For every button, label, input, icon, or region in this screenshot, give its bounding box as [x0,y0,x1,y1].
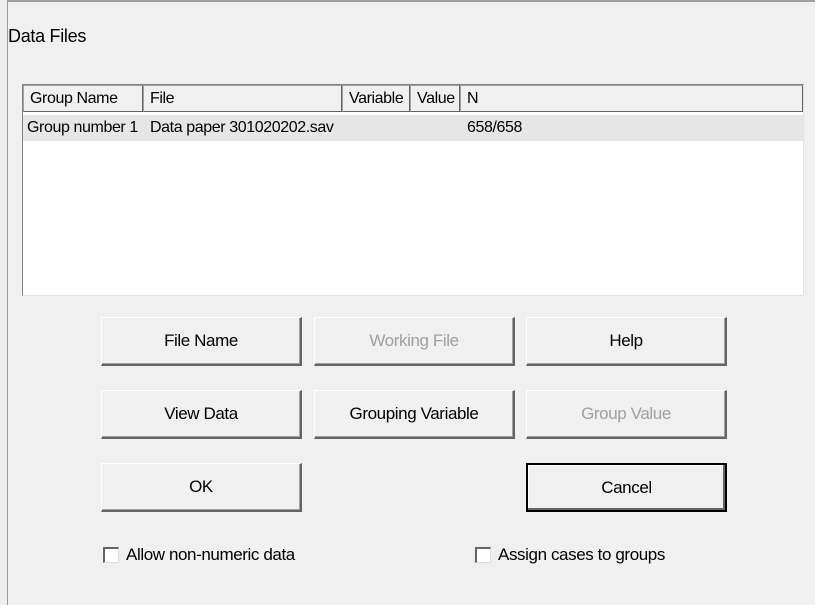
working-file-button[interactable]: Working File [314,317,515,366]
file-name-button[interactable]: File Name [101,317,302,366]
data-files-list[interactable]: Group Name File Variable Value N Group n… [22,84,804,296]
column-header-variable[interactable]: Variable [342,85,410,112]
table-row[interactable]: Group number 1 Data paper 301020202.sav … [23,115,803,141]
window-top-edge [0,0,815,2]
checkbox-box[interactable] [475,547,491,563]
column-header-file[interactable]: File [143,85,342,112]
assign-cases-label: Assign cases to groups [498,545,665,564]
grouping-variable-button[interactable]: Grouping Variable [314,390,515,439]
column-header-value[interactable]: Value [410,85,460,112]
dialog-title: Data Files [8,26,87,46]
help-button[interactable]: Help [526,317,727,366]
cell-n: 658/658 [467,119,523,136]
window-left-edge [0,0,8,605]
cancel-button[interactable]: Cancel [526,463,727,512]
group-value-button[interactable]: Group Value [526,390,727,439]
column-header-n[interactable]: N [460,85,803,112]
cell-group-name: Group number 1 [27,119,138,136]
cell-value [413,115,463,141]
allow-non-numeric-label: Allow non-numeric data [126,545,295,564]
allow-non-numeric-checkbox[interactable]: Allow non-numeric data [103,545,295,565]
cell-variable [345,115,413,141]
column-header-group-name[interactable]: Group Name [23,85,143,112]
list-header: Group Name File Variable Value N [23,85,803,112]
cell-file: Data paper 301020202.sav [150,119,334,136]
view-data-button[interactable]: View Data [101,390,302,439]
assign-cases-checkbox[interactable]: Assign cases to groups [475,545,665,565]
ok-button[interactable]: OK [101,463,302,512]
checkbox-box[interactable] [103,547,119,563]
